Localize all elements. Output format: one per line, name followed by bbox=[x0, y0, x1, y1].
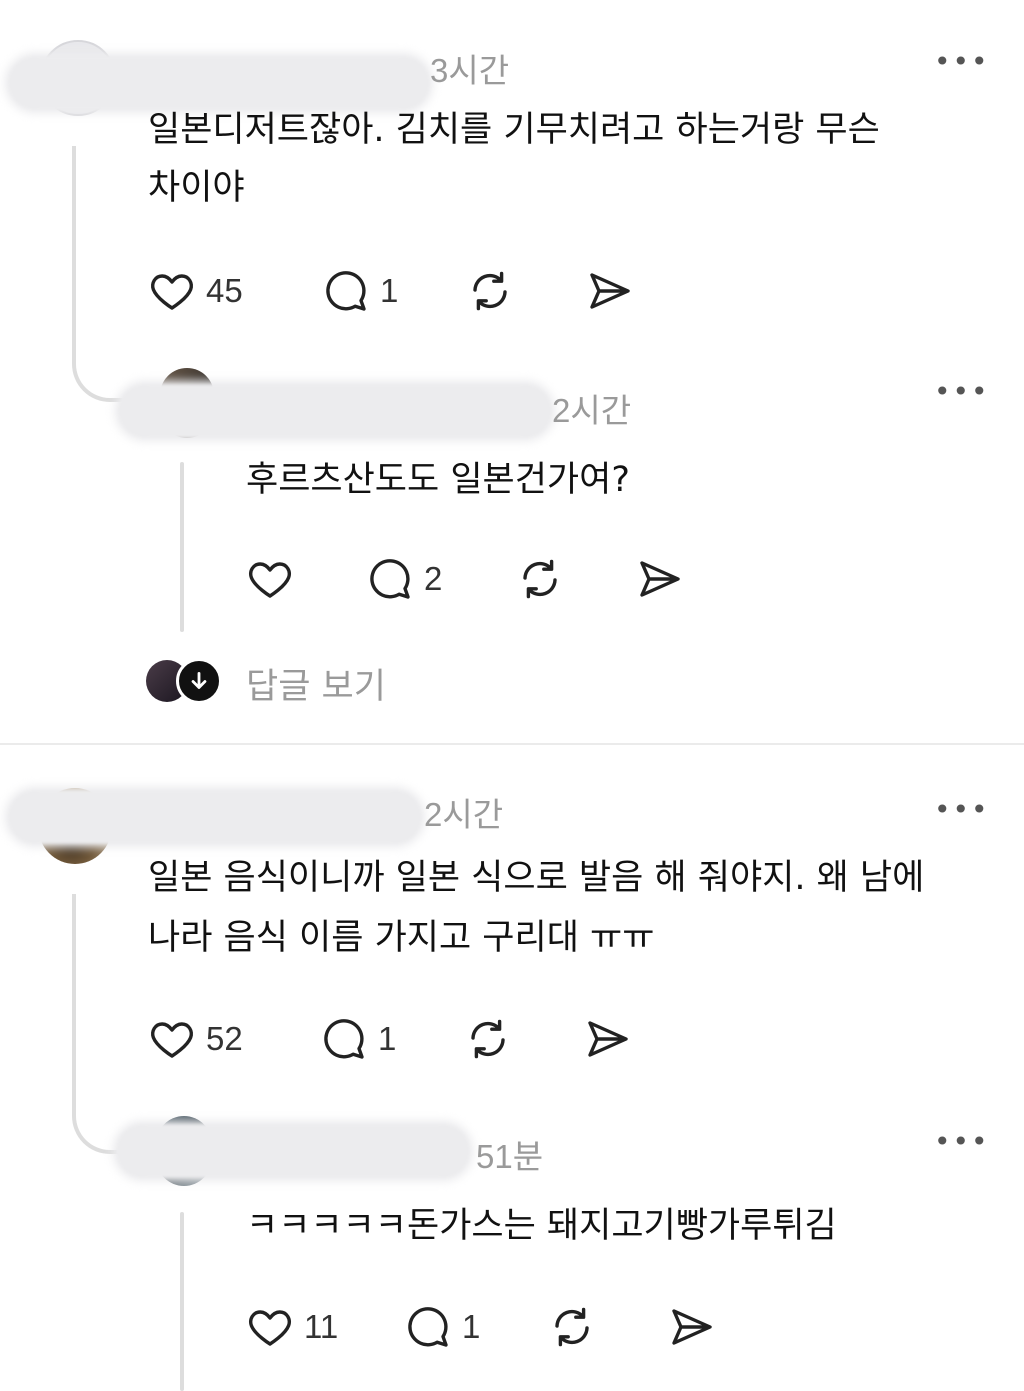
comment-text-line: 나라 음식 이름 가지고 구리대 ㅠㅠ bbox=[148, 918, 655, 958]
view-replies-badge[interactable] bbox=[176, 658, 222, 704]
username-redacted[interactable] bbox=[118, 384, 552, 438]
reply-text: 후르츠산도도 일본건가여? bbox=[246, 460, 630, 500]
more-options-icon[interactable]: ••• bbox=[934, 378, 990, 406]
heart-icon bbox=[151, 274, 193, 310]
username-redacted[interactable] bbox=[8, 790, 422, 844]
heart-icon bbox=[151, 1022, 193, 1058]
send-icon bbox=[672, 1309, 712, 1345]
comment-button[interactable]: 2 bbox=[366, 554, 442, 604]
comment-button[interactable]: 1 bbox=[320, 1014, 396, 1064]
like-count: 52 bbox=[206, 1020, 243, 1057]
thread-connector bbox=[72, 146, 126, 402]
repost-icon bbox=[523, 559, 557, 599]
heart-icon bbox=[249, 562, 291, 598]
more-options-icon[interactable]: ••• bbox=[934, 48, 990, 76]
share-button[interactable] bbox=[636, 554, 684, 604]
like-button[interactable]: 45 bbox=[148, 266, 243, 316]
repost-button[interactable] bbox=[464, 1014, 512, 1064]
comment-icon bbox=[370, 559, 410, 599]
reply-text: ㅋㅋㅋㅋㅋ돈가스는 돼지고기빵가루튀김 bbox=[246, 1206, 837, 1246]
share-button[interactable] bbox=[586, 266, 634, 316]
repost-button[interactable] bbox=[516, 554, 564, 604]
send-icon bbox=[590, 273, 630, 309]
comment-icon bbox=[326, 271, 366, 311]
timestamp: 51분 bbox=[476, 1138, 544, 1175]
thread-line bbox=[180, 1212, 184, 1391]
comment-button[interactable]: 1 bbox=[404, 1302, 480, 1352]
share-button[interactable] bbox=[668, 1302, 716, 1352]
comment-button[interactable]: 1 bbox=[322, 266, 398, 316]
reply-count: 1 bbox=[378, 1020, 397, 1057]
comment-icon bbox=[324, 1019, 364, 1059]
repost-icon bbox=[555, 1307, 589, 1347]
send-icon bbox=[588, 1021, 628, 1057]
repost-button[interactable] bbox=[548, 1302, 596, 1352]
like-count: 45 bbox=[206, 272, 243, 309]
thread-line bbox=[180, 462, 184, 632]
reply-count: 1 bbox=[380, 272, 399, 309]
comment-icon bbox=[408, 1307, 448, 1347]
like-button[interactable] bbox=[246, 554, 304, 604]
share-button[interactable] bbox=[584, 1014, 632, 1064]
timestamp: 2시간 bbox=[552, 392, 632, 429]
username-redacted[interactable] bbox=[116, 1124, 470, 1178]
comment-text-line: 일본디저트잖아. 김치를 기무치려고 하는거랑 무슨 bbox=[148, 110, 880, 150]
comment-text-line: 일본 음식이니까 일본 식으로 발음 해 줘야지. 왜 남에 bbox=[148, 858, 925, 898]
repost-icon bbox=[471, 1019, 505, 1059]
heart-icon bbox=[249, 1310, 291, 1346]
like-count: 11 bbox=[304, 1308, 339, 1345]
thread-connector bbox=[72, 894, 126, 1154]
comment-text-line: 차이야 bbox=[148, 168, 245, 208]
repost-button[interactable] bbox=[466, 266, 514, 316]
repost-icon bbox=[473, 271, 507, 311]
reply-count: 2 bbox=[424, 560, 443, 597]
send-icon bbox=[640, 561, 680, 597]
more-options-icon[interactable]: ••• bbox=[934, 1128, 990, 1156]
divider bbox=[0, 743, 1024, 745]
timestamp: 2시간 bbox=[424, 796, 504, 833]
arrow-down-icon bbox=[191, 672, 207, 689]
timestamp: 3시간 bbox=[430, 52, 510, 89]
more-options-icon[interactable]: ••• bbox=[934, 796, 990, 824]
reply-count: 1 bbox=[462, 1308, 481, 1345]
like-button[interactable]: 52 bbox=[148, 1014, 243, 1064]
view-replies-link[interactable]: 답글 보기 bbox=[246, 658, 386, 709]
like-button[interactable]: 11 bbox=[246, 1302, 338, 1352]
